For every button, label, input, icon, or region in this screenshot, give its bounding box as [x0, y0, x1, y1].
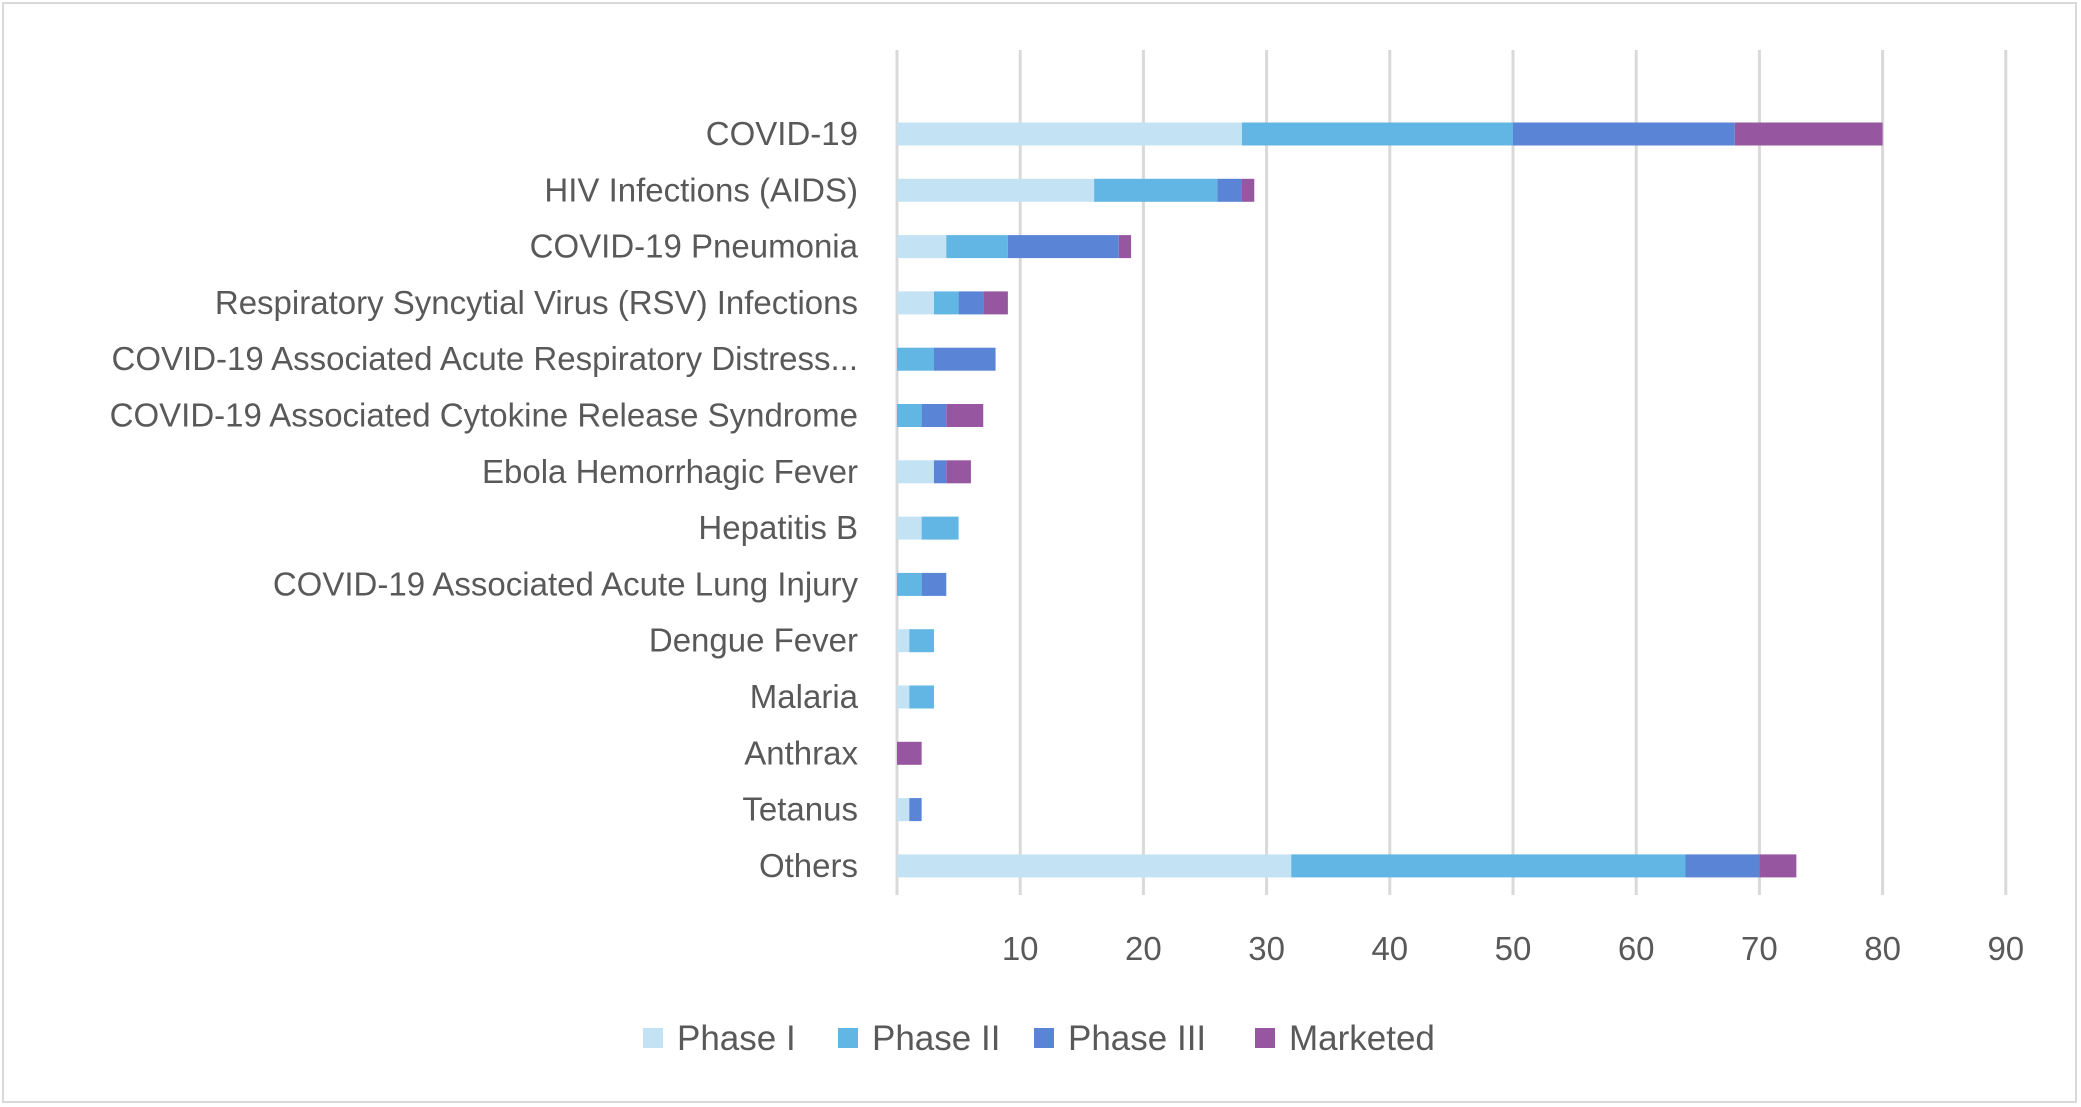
bar-segment — [958, 291, 984, 315]
x-tick-label: 70 — [1741, 930, 1778, 967]
category-label: COVID-19 Associated Acute Respiratory Di… — [112, 340, 858, 377]
bar-segment — [909, 798, 922, 822]
x-tick-label: 20 — [1125, 930, 1162, 967]
x-tick-labels: 10 20 30 40 50 60 70 80 90 — [1002, 930, 2024, 967]
x-tick-label: 60 — [1618, 930, 1655, 967]
bar-segment — [921, 572, 947, 596]
bar-segment — [946, 404, 984, 427]
bar-segment — [897, 854, 1292, 878]
bar-segment — [946, 235, 1008, 259]
legend-swatch — [838, 1028, 858, 1048]
bar-segment — [1734, 122, 1883, 146]
category-label: Respiratory Syncytial Virus (RSV) Infect… — [215, 284, 858, 321]
legend-label: Phase III — [1068, 1019, 1206, 1058]
bar-segment — [897, 404, 922, 427]
x-tick-label: 30 — [1248, 930, 1285, 967]
category-label: HIV Infections (AIDS) — [544, 171, 858, 208]
legend-swatch — [1255, 1028, 1275, 1048]
bar-segment — [983, 291, 1008, 315]
category-label: Dengue Fever — [649, 622, 858, 659]
bar-segment — [946, 460, 971, 484]
bar-segment — [1217, 178, 1242, 202]
bar-segment — [921, 516, 959, 540]
gridlines — [895, 50, 2008, 895]
x-tick-label: 80 — [1864, 930, 1901, 967]
bar-segment — [1118, 235, 1132, 259]
bar-segment — [897, 235, 947, 259]
category-label: COVID-19 Associated Cytokine Release Syn… — [110, 397, 858, 434]
bar-segment — [897, 178, 1095, 202]
category-label: Others — [759, 847, 858, 884]
legend-label: Phase I — [677, 1019, 796, 1058]
category-label: Malaria — [750, 678, 859, 715]
bar-segment — [1007, 235, 1119, 259]
bar-segment — [933, 460, 947, 484]
x-tick-label: 90 — [1987, 930, 2024, 967]
legend-item: Phase II — [838, 1019, 1000, 1058]
bar-segment — [1685, 854, 1760, 878]
bar-segment — [1513, 122, 1735, 146]
category-label: Tetanus — [742, 791, 858, 828]
bar-segment — [933, 291, 959, 315]
bar-segment — [921, 404, 947, 427]
legend: Phase I Phase II Phase III Marketed — [643, 1019, 1435, 1058]
bar-segment — [909, 685, 934, 709]
bar-segment — [897, 516, 922, 540]
bar-segment — [1094, 178, 1218, 202]
category-label: COVID-19 Associated Acute Lung Injury — [273, 565, 859, 602]
bar-segment — [897, 798, 910, 822]
bar-segment — [933, 347, 996, 371]
legend-item: Phase I — [643, 1019, 796, 1058]
legend-item: Phase III — [1034, 1019, 1206, 1058]
bar-segment — [897, 347, 934, 371]
bar-segment — [909, 629, 934, 653]
category-label: Anthrax — [744, 734, 858, 771]
legend-label: Marketed — [1289, 1019, 1435, 1058]
legend-label: Phase II — [872, 1019, 1000, 1058]
legend-swatch — [1034, 1028, 1054, 1048]
bar-segment — [1759, 854, 1797, 878]
category-label: COVID-19 Pneumonia — [530, 228, 859, 265]
bar-segment — [1241, 178, 1255, 202]
bar-segment — [897, 741, 922, 765]
category-label: Ebola Hemorrhagic Fever — [482, 453, 858, 490]
bar-segment — [897, 291, 934, 315]
bar-segment — [1291, 854, 1686, 878]
category-label: COVID-19 — [706, 115, 858, 152]
bar-segment — [897, 629, 910, 653]
x-tick-label: 50 — [1495, 930, 1532, 967]
category-labels: COVID-19 HIV Infections (AIDS) COVID-19 Pn… — [110, 115, 859, 884]
bar-segment — [897, 572, 922, 596]
x-tick-label: 40 — [1371, 930, 1408, 967]
stacked-bar-chart: COVID-19 HIV Infections (AIDS) COVID-19 Pn… — [110, 50, 2024, 1058]
category-label: Hepatitis B — [698, 509, 858, 546]
x-tick-label: 10 — [1002, 930, 1039, 967]
legend-item: Marketed — [1255, 1019, 1435, 1058]
bar-segment — [897, 460, 934, 484]
bar-segment — [897, 685, 910, 709]
legend-swatch — [643, 1028, 663, 1048]
bar-segment — [1241, 122, 1513, 146]
bar-segment — [897, 122, 1242, 146]
